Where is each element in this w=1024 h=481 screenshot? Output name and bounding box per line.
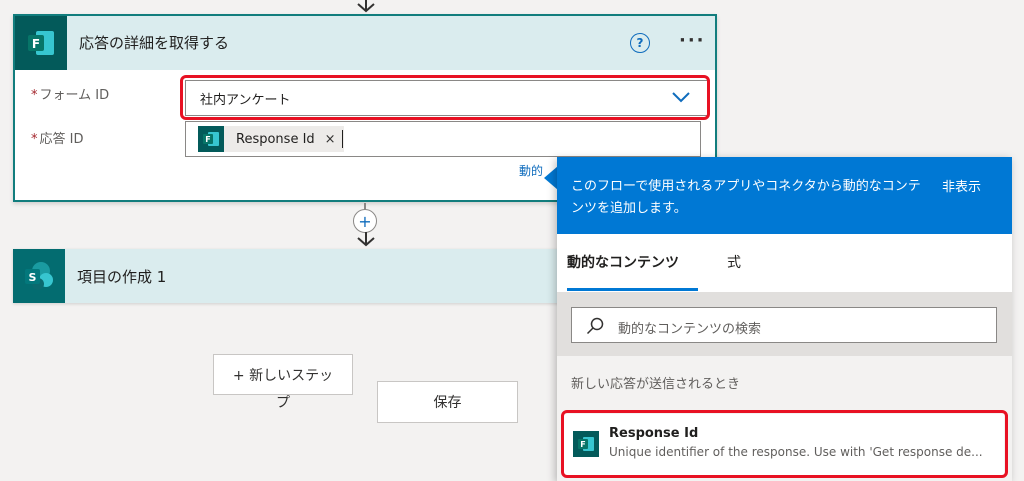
required-mark: * xyxy=(31,88,38,103)
form-id-label-text: フォーム ID xyxy=(39,88,110,103)
highlight-form-id xyxy=(180,75,710,120)
hide-button[interactable]: 非表示 xyxy=(942,176,981,195)
response-id-label-text: 応答 ID xyxy=(39,132,84,147)
search-icon xyxy=(586,317,604,335)
dynamic-content-link[interactable]: 動的 xyxy=(519,162,543,179)
action-card-title: 応答の詳細を取得する xyxy=(79,34,230,52)
response-id-input[interactable]: F Response Id × xyxy=(185,121,701,157)
help-icon[interactable]: ? xyxy=(630,33,650,53)
token-label: Response Id xyxy=(236,131,315,147)
new-step-button[interactable]: + 新しいステッ xyxy=(213,354,353,395)
tab-dynamic-content[interactable]: 動的なコンテンツ xyxy=(567,252,679,272)
panel-header: このフローで使用されるアプリやコネクタから動的なコンテンツを追加します。 非表示 xyxy=(557,157,1012,234)
active-tab-indicator xyxy=(567,288,698,291)
search-placeholder: 動的なコンテンツの検索 xyxy=(618,322,762,337)
response-id-label: * 応答 ID xyxy=(31,128,83,147)
sharepoint-icon: S xyxy=(13,249,65,303)
section-header: 新しい応答が送信されるとき xyxy=(557,356,1012,406)
form-id-label: * フォーム ID xyxy=(31,84,109,103)
search-input[interactable]: 動的なコンテンツの検索 xyxy=(571,307,997,343)
down-arrow-icon xyxy=(357,232,375,247)
panel-pointer xyxy=(544,166,558,190)
action-card-title: 項目の作成 1 xyxy=(77,268,167,286)
down-arrow-icon xyxy=(357,0,375,13)
panel-tabs: 動的なコンテンツ 式 xyxy=(557,234,1012,290)
new-step-button-wrap-text[interactable]: プ xyxy=(213,392,353,412)
panel-header-text: このフローで使用されるアプリやコネクタから動的なコンテンツを追加します。 xyxy=(571,179,921,216)
more-options-icon[interactable]: ··· xyxy=(679,30,706,51)
forms-icon-letter: F xyxy=(205,135,210,144)
forms-icon-letter: F xyxy=(32,37,40,51)
required-mark: * xyxy=(31,132,38,147)
forms-icon: F xyxy=(198,126,224,152)
token-remove-icon[interactable]: × xyxy=(325,132,336,147)
search-area: 動的なコンテンツの検索 xyxy=(557,292,1012,356)
highlight-response-id-item xyxy=(561,410,1008,478)
save-button[interactable]: 保存 xyxy=(377,381,518,423)
action-card-header[interactable]: F 応答の詳細を取得する ? ··· xyxy=(15,16,715,70)
insert-step-button[interactable]: + xyxy=(353,209,377,233)
section-title: 新しい応答が送信されるとき xyxy=(571,377,741,392)
tab-expression[interactable]: 式 xyxy=(727,252,741,272)
forms-icon: F xyxy=(15,16,67,70)
response-id-token[interactable]: F Response Id × xyxy=(198,126,344,152)
sharepoint-icon-letter: S xyxy=(29,271,37,284)
action-card-create-item[interactable]: S 項目の作成 1 xyxy=(13,249,573,303)
text-caret xyxy=(342,130,343,148)
